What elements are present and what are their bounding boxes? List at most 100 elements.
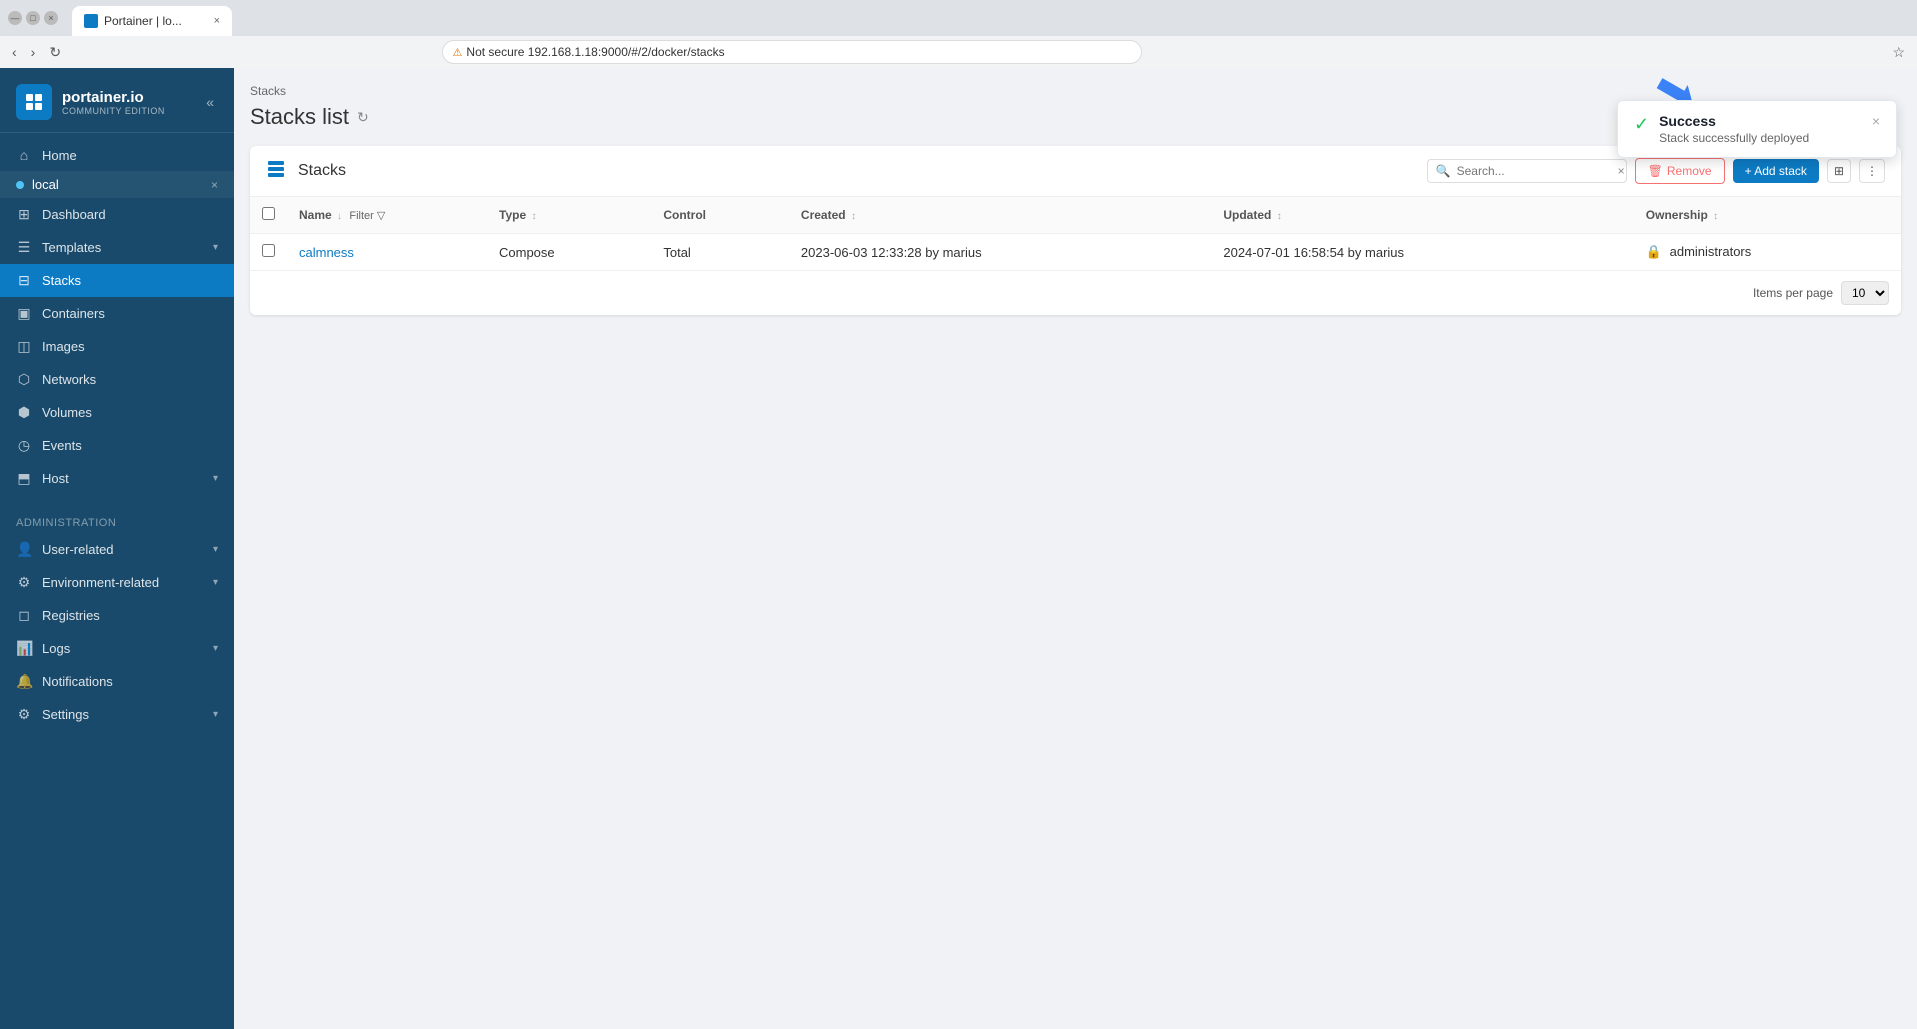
sidebar-item-stacks[interactable]: ⊟ Stacks xyxy=(0,264,234,297)
sidebar-item-label: Volumes xyxy=(42,405,218,420)
forward-button[interactable]: › xyxy=(27,40,40,64)
ownership-value: administrators xyxy=(1670,244,1752,259)
sidebar-item-containers[interactable]: ▣ Containers xyxy=(0,297,234,330)
sort-ownership-icon[interactable]: ↕ xyxy=(1713,211,1718,222)
search-clear-icon[interactable]: × xyxy=(1618,164,1625,178)
row-name-cell: calmness xyxy=(287,234,487,271)
sidebar-collapse-button[interactable]: « xyxy=(202,90,218,114)
more-options-button[interactable]: ⋮ xyxy=(1859,159,1885,183)
search-icon: 🔍 xyxy=(1436,164,1451,178)
chevron-down-icon: ▾ xyxy=(213,544,218,555)
col-created-label: Created xyxy=(801,208,846,222)
add-stack-label: + Add stack xyxy=(1745,164,1807,178)
maximize-button[interactable]: □ xyxy=(26,11,40,25)
user-icon: 👤 xyxy=(16,541,32,558)
sidebar-item-home[interactable]: ⌂ Home xyxy=(0,139,234,171)
sidebar-item-label: Stacks xyxy=(42,273,218,288)
select-all-checkbox[interactable] xyxy=(262,207,275,220)
view-toggle-button[interactable]: ⊞ xyxy=(1827,159,1851,183)
sidebar-item-events[interactable]: ◷ Events xyxy=(0,429,234,462)
sidebar-item-networks[interactable]: ⬡ Networks xyxy=(0,363,234,396)
logs-icon: 📊 xyxy=(16,640,32,657)
sort-updated-icon[interactable]: ↕ xyxy=(1277,211,1282,222)
stacks-panel-icon xyxy=(266,159,286,184)
sidebar-item-volumes[interactable]: ⬢ Volumes xyxy=(0,396,234,429)
close-button[interactable]: × xyxy=(44,11,58,25)
events-icon: ◷ xyxy=(16,437,32,454)
bookmark-button[interactable]: ☆ xyxy=(1888,40,1909,65)
stacks-panel: Stacks 🔍 × 🗑 Remove + Add stack ⊞ xyxy=(250,146,1901,315)
row-checkbox[interactable] xyxy=(262,244,275,257)
sort-type-icon[interactable]: ↕ xyxy=(531,211,536,222)
networks-icon: ⬡ xyxy=(16,371,32,388)
minimize-button[interactable]: — xyxy=(8,11,22,25)
sidebar-item-label: User-related xyxy=(42,542,203,557)
items-per-page-select[interactable]: 10 25 50 xyxy=(1841,281,1889,305)
brand-name: portainer.io xyxy=(62,89,165,106)
toast-title: Success xyxy=(1659,113,1862,129)
sidebar-item-label: Networks xyxy=(42,372,218,387)
brand-text: portainer.io COMMUNITY EDITION xyxy=(62,89,165,116)
sidebar-item-settings[interactable]: ⚙ Settings ▾ xyxy=(0,698,234,731)
row-created-cell: 2023-06-03 12:33:28 by marius xyxy=(789,234,1211,271)
brand-sub: COMMUNITY EDITION xyxy=(62,106,165,116)
tab-close-button[interactable]: × xyxy=(214,15,220,27)
sidebar-item-user-related[interactable]: 👤 User-related ▾ xyxy=(0,533,234,566)
toast-message: Stack successfully deployed xyxy=(1659,131,1862,145)
table-row: calmness Compose Total 2023-06-03 12:33:… xyxy=(250,234,1901,271)
sidebar-item-images[interactable]: ◫ Images xyxy=(0,330,234,363)
sidebar-section-admin: Administration 👤 User-related ▾ ⚙ Enviro… xyxy=(0,501,234,737)
ownership-icon: 🔒 xyxy=(1646,244,1662,259)
address-bar[interactable]: ⚠ Not secure 192.168.1.18:9000/#/2/docke… xyxy=(442,40,1142,64)
back-button[interactable]: ‹ xyxy=(8,40,21,64)
sidebar-item-label: Host xyxy=(42,471,203,486)
host-icon: ⬒ xyxy=(16,470,32,487)
sidebar-item-notifications[interactable]: 🔔 Notifications xyxy=(0,665,234,698)
sort-created-icon[interactable]: ↕ xyxy=(851,211,856,222)
refresh-icon[interactable]: ↻ xyxy=(357,109,369,126)
sidebar-item-label: Events xyxy=(42,438,218,453)
chevron-down-icon: ▾ xyxy=(213,709,218,720)
th-control: Control xyxy=(651,197,789,234)
col-updated-label: Updated xyxy=(1223,208,1271,222)
page-title-text: Stacks list xyxy=(250,104,349,130)
col-control-label: Control xyxy=(663,208,706,222)
dashboard-icon: ⊞ xyxy=(16,206,32,223)
search-input[interactable] xyxy=(1457,164,1612,178)
add-stack-button[interactable]: + Add stack xyxy=(1733,159,1819,183)
main-content: Stacks Stacks list ↻ Stacks 🔍 xyxy=(234,68,1917,1029)
registries-icon: ◻ xyxy=(16,607,32,624)
env-close-button[interactable]: × xyxy=(211,178,218,192)
sidebar-item-host[interactable]: ⬒ Host ▾ xyxy=(0,462,234,495)
stack-name-link[interactable]: calmness xyxy=(299,245,354,260)
sidebar: portainer.io COMMUNITY EDITION « ⌂ Home … xyxy=(0,68,234,1029)
sidebar-item-environment-related[interactable]: ⚙ Environment-related ▾ xyxy=(0,566,234,599)
row-type-cell: Compose xyxy=(487,234,651,271)
sort-name-icon[interactable]: ↓ xyxy=(337,211,342,222)
row-updated-cell: 2024-07-01 16:58:54 by marius xyxy=(1211,234,1633,271)
tab-bar: Portainer | lo... × xyxy=(72,0,232,36)
panel-title: Stacks xyxy=(298,162,1415,180)
remove-button[interactable]: 🗑 Remove xyxy=(1635,158,1725,184)
sidebar-item-label: Images xyxy=(42,339,218,354)
breadcrumb: Stacks xyxy=(250,84,1901,98)
stacks-icon: ⊟ xyxy=(16,272,32,289)
sidebar-item-registries[interactable]: ◻ Registries xyxy=(0,599,234,632)
search-box[interactable]: 🔍 × xyxy=(1427,159,1627,183)
browser-tab[interactable]: Portainer | lo... × xyxy=(72,6,232,36)
sidebar-item-templates[interactable]: ☰ Templates ▾ xyxy=(0,231,234,264)
th-type: Type ↕ xyxy=(487,197,651,234)
env-status-dot xyxy=(16,181,24,189)
remove-icon: 🗑 xyxy=(1648,164,1663,178)
sidebar-item-label: Notifications xyxy=(42,674,218,689)
security-icon: ⚠ xyxy=(453,46,463,59)
chevron-down-icon: ▾ xyxy=(213,473,218,484)
reload-button[interactable]: ↻ xyxy=(45,40,65,65)
containers-icon: ▣ xyxy=(16,305,32,322)
sidebar-item-logs[interactable]: 📊 Logs ▾ xyxy=(0,632,234,665)
toast-close-button[interactable]: × xyxy=(1872,113,1880,129)
env-header: local × xyxy=(0,171,234,198)
environment-icon: ⚙ xyxy=(16,574,32,591)
filter-button[interactable]: Filter ▽ xyxy=(349,209,385,222)
sidebar-item-dashboard[interactable]: ⊞ Dashboard xyxy=(0,198,234,231)
